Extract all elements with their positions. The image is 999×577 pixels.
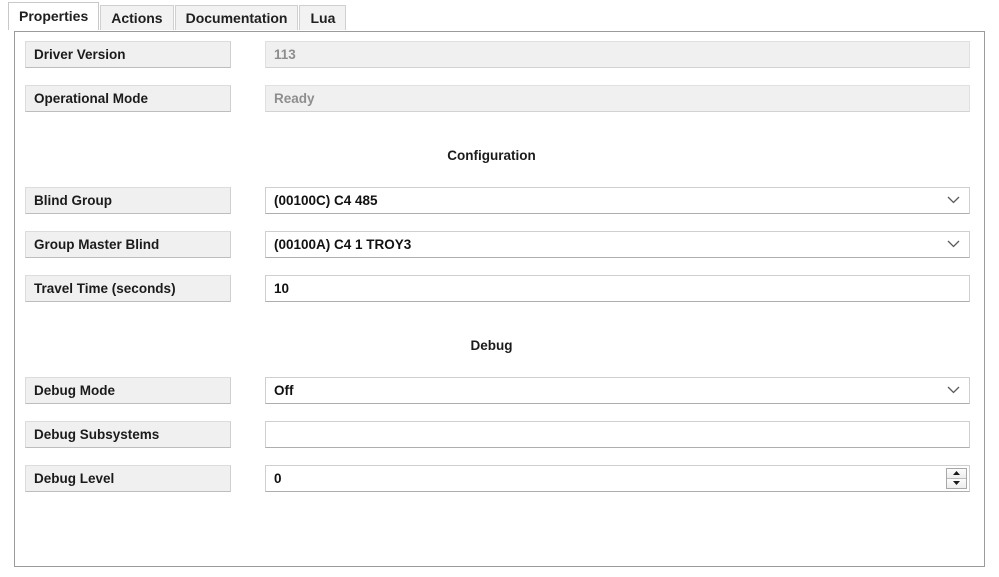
label-group-master-blind: Group Master Blind <box>25 230 231 258</box>
combobox-blind-group-value: (00100C) C4 485 <box>274 192 378 208</box>
tab-properties[interactable]: Properties <box>8 2 100 30</box>
row-debug-subsystems: Debug Subsystems <box>25 420 970 448</box>
tab-strip: Properties Actions Documentation Lua <box>0 0 999 30</box>
chevron-down-icon <box>946 188 960 213</box>
tab-actions[interactable]: Actions <box>100 5 174 30</box>
label-driver-version: Driver Version <box>25 40 231 68</box>
tab-properties-label: Properties <box>19 8 89 24</box>
field-operational-mode: Ready <box>265 84 970 112</box>
row-driver-version: Driver Version 113 <box>25 40 970 68</box>
spinner-up-button[interactable] <box>947 468 966 479</box>
properties-panel: Driver Version 113 Operational Mode Read… <box>14 31 985 567</box>
label-blind-group: Blind Group <box>25 186 231 214</box>
tab-actions-label: Actions <box>111 10 163 26</box>
label-operational-mode: Operational Mode <box>25 84 231 112</box>
chevron-down-icon <box>946 232 960 257</box>
label-travel-time: Travel Time (seconds) <box>25 274 231 302</box>
row-group-master-blind: Group Master Blind (00100A) C4 1 TROY3 <box>25 230 970 258</box>
row-operational-mode: Operational Mode Ready <box>25 84 970 112</box>
tab-lua[interactable]: Lua <box>299 5 347 30</box>
combobox-group-master-blind-value: (00100A) C4 1 TROY3 <box>274 236 412 252</box>
combobox-debug-mode[interactable]: Off <box>265 376 970 404</box>
label-debug-level: Debug Level <box>25 464 231 492</box>
row-debug-level: Debug Level 0 <box>25 464 970 492</box>
chevron-down-icon <box>946 378 960 403</box>
spinner-debug-level-value: 0 <box>274 470 282 486</box>
label-debug-subsystems: Debug Subsystems <box>25 420 231 448</box>
row-debug-mode: Debug Mode Off <box>25 376 970 404</box>
field-driver-version: 113 <box>265 40 970 68</box>
input-travel-time[interactable]: 10 <box>265 274 970 302</box>
tab-documentation[interactable]: Documentation <box>174 5 299 30</box>
tab-documentation-label: Documentation <box>185 10 288 26</box>
spinner-down-button[interactable] <box>947 478 966 488</box>
spinner-buttons <box>946 467 967 489</box>
label-debug-mode: Debug Mode <box>25 376 231 404</box>
input-debug-subsystems[interactable] <box>265 420 970 448</box>
section-header-debug: Debug <box>470 338 513 353</box>
combobox-group-master-blind[interactable]: (00100A) C4 1 TROY3 <box>265 230 970 258</box>
combobox-blind-group[interactable]: (00100C) C4 485 <box>265 186 970 214</box>
section-header-configuration: Configuration <box>447 148 536 163</box>
spinner-debug-level[interactable]: 0 <box>265 464 970 492</box>
row-travel-time: Travel Time (seconds) 10 <box>25 274 970 302</box>
row-blind-group: Blind Group (00100C) C4 485 <box>25 186 970 214</box>
tab-lua-label: Lua <box>310 10 336 26</box>
combobox-debug-mode-value: Off <box>274 382 294 398</box>
properties-panel-content: Driver Version 113 Operational Mode Read… <box>15 32 984 566</box>
